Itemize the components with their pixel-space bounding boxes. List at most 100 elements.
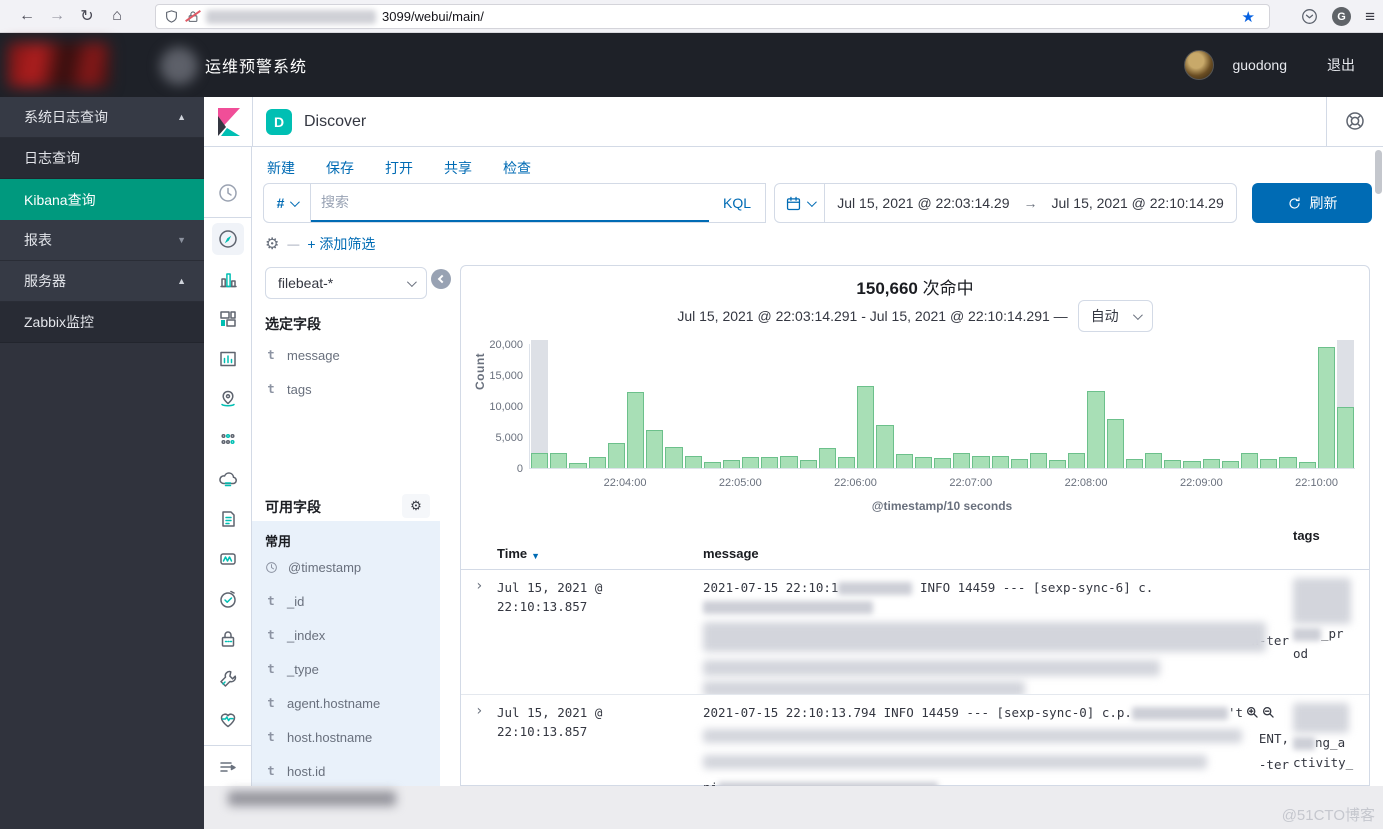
maps-icon[interactable] — [212, 383, 244, 415]
interval-select[interactable]: 自动 — [1078, 300, 1153, 332]
kql-toggle[interactable]: KQL — [709, 184, 765, 222]
histogram-bar[interactable] — [1106, 344, 1125, 468]
inspect-button[interactable]: 检查 — [503, 158, 531, 178]
kibana-logo-icon[interactable] — [215, 107, 243, 142]
histogram-bar[interactable] — [971, 344, 990, 468]
histogram-bar[interactable] — [530, 344, 549, 468]
histogram-bar[interactable] — [645, 344, 664, 468]
histogram-bar[interactable] — [779, 344, 798, 468]
fields-settings-gear-icon[interactable]: ⚙ — [402, 494, 430, 518]
dev-tools-wrench-icon[interactable] — [212, 663, 244, 695]
histogram-bar[interactable] — [760, 344, 779, 468]
histogram-bar[interactable] — [837, 344, 856, 468]
sidebar-item-kibana-query[interactable]: Kibana查询 — [0, 179, 204, 220]
histogram-bar[interactable] — [991, 344, 1010, 468]
table-row[interactable]: › Jul 15, 2021 @ 22:10:13.857 2021-07-15… — [461, 570, 1369, 695]
search-input[interactable] — [311, 194, 709, 210]
histogram-bar[interactable] — [607, 344, 626, 468]
histogram-bar[interactable] — [1067, 344, 1086, 468]
sidebar-item-system-log-query[interactable]: 系统日志查询▲ — [0, 97, 204, 138]
histogram-bar[interactable] — [1259, 344, 1278, 468]
canvas-icon[interactable] — [212, 343, 244, 375]
sidebar-collapse-button[interactable] — [431, 269, 451, 289]
calendar-dropdown[interactable] — [775, 184, 825, 222]
reload-icon[interactable]: ↻ — [72, 6, 102, 26]
histogram-bar[interactable] — [895, 344, 914, 468]
logs-icon[interactable] — [212, 503, 244, 535]
visualize-icon[interactable] — [212, 263, 244, 295]
monitoring-icon[interactable] — [212, 703, 244, 735]
page-scrollbar[interactable] — [1374, 97, 1383, 829]
home-icon[interactable]: ⌂ — [102, 7, 132, 25]
column-header-time[interactable]: Time▼ — [497, 524, 703, 569]
forward-icon[interactable]: → — [42, 7, 72, 25]
histogram-bar[interactable] — [1182, 344, 1201, 468]
expand-row-icon[interactable]: › — [461, 570, 497, 695]
recent-clock-icon[interactable] — [212, 177, 244, 209]
histogram-bar[interactable] — [1221, 344, 1240, 468]
discover-compass-icon[interactable] — [212, 223, 244, 255]
histogram-bar[interactable] — [1086, 344, 1105, 468]
zoom-in-icon[interactable] — [1246, 705, 1259, 724]
histogram-bar[interactable] — [549, 344, 568, 468]
back-icon[interactable]: ← — [12, 7, 42, 25]
logout-link[interactable]: 退出 — [1327, 55, 1355, 75]
histogram-plot[interactable] — [529, 344, 1355, 469]
save-button[interactable]: 保存 — [326, 158, 354, 178]
histogram-bar[interactable] — [799, 344, 818, 468]
sidebar-item-reports[interactable]: 报表▼ — [0, 220, 204, 261]
filter-gear-icon[interactable]: ⚙ — [265, 234, 279, 254]
sidebar-item-zabbix[interactable]: Zabbix监控 — [0, 302, 204, 343]
field-item-host-hostname[interactable]: thost.hostname — [265, 727, 372, 747]
share-button[interactable]: 共享 — [444, 158, 472, 178]
histogram-bar[interactable] — [664, 344, 683, 468]
histogram-bar[interactable] — [626, 344, 645, 468]
field-item-type[interactable]: t_type — [265, 659, 319, 679]
siem-lock-icon[interactable] — [212, 623, 244, 655]
apm-icon[interactable] — [212, 543, 244, 575]
histogram-bar[interactable] — [875, 344, 894, 468]
sidebar-item-log-query[interactable]: 日志查询 — [0, 138, 204, 179]
field-item-host-id[interactable]: thost.id — [265, 761, 325, 781]
machine-learning-icon[interactable] — [212, 423, 244, 455]
infrastructure-icon[interactable] — [212, 463, 244, 495]
filter-language-dropdown[interactable]: # — [264, 184, 311, 222]
collapse-nav-icon[interactable] — [212, 751, 244, 783]
zoom-out-icon[interactable] — [1262, 705, 1275, 724]
histogram-bar[interactable] — [818, 344, 837, 468]
field-item-index[interactable]: t_index — [265, 625, 325, 645]
histogram-bar[interactable] — [741, 344, 760, 468]
histogram-bar[interactable] — [1029, 344, 1048, 468]
histogram-bar[interactable] — [914, 344, 933, 468]
breadcrumb[interactable]: Discover — [304, 97, 366, 147]
histogram-bar[interactable] — [1336, 344, 1355, 468]
sidebar-item-servers[interactable]: 服务器▲ — [0, 261, 204, 302]
bookmark-star-icon[interactable]: ★ — [1242, 8, 1255, 26]
sort-desc-icon[interactable]: ▼ — [531, 551, 540, 561]
url-bar[interactable]: 3099/webui/main/ ★ — [155, 4, 1270, 29]
column-header-tags[interactable]: tags — [1293, 524, 1369, 569]
histogram-bar[interactable] — [1240, 344, 1259, 468]
histogram-bar[interactable] — [1048, 344, 1067, 468]
pocket-icon[interactable] — [1301, 8, 1318, 25]
user-avatar[interactable] — [1184, 50, 1214, 80]
field-item-timestamp[interactable]: @timestamp — [265, 557, 361, 577]
field-item-id[interactable]: t_id — [265, 591, 304, 611]
histogram-bar[interactable] — [1010, 344, 1029, 468]
new-button[interactable]: 新建 — [267, 158, 295, 178]
histogram-bar[interactable] — [1298, 344, 1317, 468]
histogram-bar[interactable] — [952, 344, 971, 468]
histogram-bar[interactable] — [684, 344, 703, 468]
date-to[interactable]: Jul 15, 2021 @ 22:10:14.29 — [1052, 195, 1224, 211]
date-from[interactable]: Jul 15, 2021 @ 22:03:14.29 — [837, 195, 1009, 211]
index-pattern-select[interactable]: filebeat-* — [265, 267, 427, 299]
column-header-message[interactable]: message — [703, 524, 1293, 569]
histogram-bar[interactable] — [703, 344, 722, 468]
refresh-button[interactable]: 刷新 — [1252, 183, 1372, 223]
histogram-bar[interactable] — [856, 344, 875, 468]
menu-icon[interactable]: ≡ — [1365, 7, 1375, 27]
help-icon[interactable] — [1345, 111, 1365, 136]
field-item-agent-hostname[interactable]: tagent.hostname — [265, 693, 380, 713]
add-filter-link[interactable]: + 添加筛选 — [307, 234, 375, 254]
scrollbar-thumb[interactable] — [1375, 150, 1382, 194]
